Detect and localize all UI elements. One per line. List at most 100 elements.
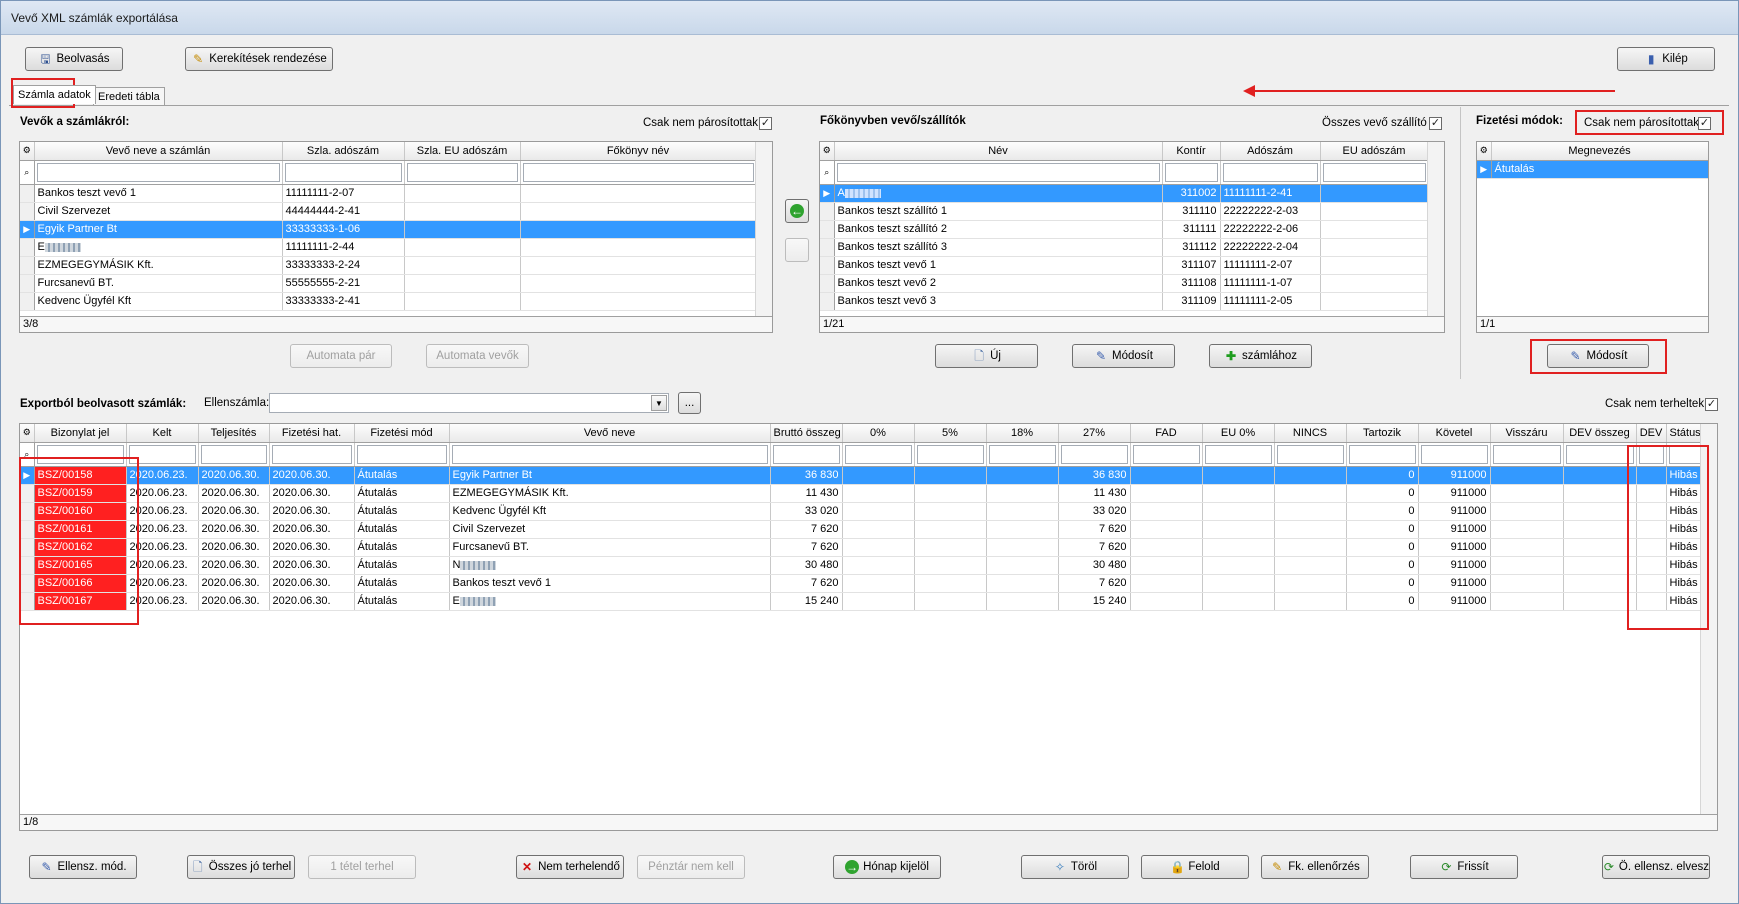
col-adoszam[interactable]: Adószám (1220, 142, 1321, 161)
col-header[interactable]: 18% (986, 424, 1059, 443)
col-header[interactable]: Bizonylat jel (34, 424, 127, 443)
col-kontir[interactable]: Kontír (1162, 142, 1221, 161)
osszes-jo-button[interactable]: 🗋 Összes jó terhel (187, 855, 295, 879)
egy-tetel-button[interactable]: 1 tétel terhel (308, 855, 416, 879)
col-fokonyv-nev[interactable]: Főkönyv név (520, 142, 757, 161)
table-row[interactable]: EZMEGEGYMÁSIK Kft. 33333333-2-24 (20, 256, 757, 275)
tab-szamla-adatok[interactable]: Számla adatok (13, 85, 96, 104)
browse-button[interactable]: ... (678, 392, 701, 414)
auto-customers-button[interactable]: Automata vevők (426, 344, 529, 368)
table-row[interactable]: Civil Szervezet 44444444-2-41 (20, 202, 757, 221)
col-header[interactable]: FAD (1130, 424, 1203, 443)
filter-input[interactable] (451, 444, 768, 464)
col-header[interactable]: Követel (1418, 424, 1491, 443)
beolvasas-button[interactable]: 🖫 Beolvasás (25, 47, 123, 71)
table-row[interactable]: Bankos teszt szállító 2 311111 22222222-2-… (820, 220, 1429, 239)
filter-input[interactable] (1222, 162, 1318, 182)
honap-kijelol-button[interactable]: → Hónap kijelöl (833, 855, 941, 879)
o-ellensz-elvesz-button[interactable]: ⟳ Ö. ellensz. elvesz (1602, 855, 1710, 879)
col-header[interactable]: 0% (842, 424, 915, 443)
col-header[interactable]: Tartozik (1346, 424, 1419, 443)
nem-terhelendo-button[interactable]: ✕ Nem terhelendő (516, 855, 624, 879)
frissit-button[interactable]: ⟳ Frissít (1410, 855, 1518, 879)
assign-left-button[interactable]: ← (785, 199, 809, 223)
filter-input[interactable] (1492, 444, 1561, 464)
filter-input[interactable] (1565, 444, 1634, 464)
table-row[interactable]: ▶ Egyik Partner Bt 33333333-1-06 (20, 220, 757, 239)
filter-input[interactable] (1322, 162, 1426, 182)
table-row[interactable]: Bankos teszt szállító 3 311112 22222222-2-… (820, 238, 1429, 257)
table-row[interactable]: Bankos teszt vevő 1 311107 11111111-2-07 (820, 256, 1429, 275)
filter-input[interactable] (406, 162, 518, 182)
new-button[interactable]: 🗋 Új (935, 344, 1038, 368)
col-header[interactable]: Fizetési hat. (269, 424, 355, 443)
col-szla-adoszam[interactable]: Szla. adószám (282, 142, 405, 161)
assign-empty-button[interactable] (785, 238, 809, 262)
col-header[interactable]: Bruttó összeg (770, 424, 843, 443)
table-row[interactable]: BSZ/00167 2020.06.23. 2020.06.30. 2020.06.3… (20, 592, 1707, 611)
filter-input[interactable] (1276, 444, 1344, 464)
col-header[interactable]: DEV összeg (1563, 424, 1637, 443)
table-row[interactable]: ▶ BSZ/00158 2020.06.23. 2020.06.30. 2020.06.… (20, 466, 1707, 485)
col-header[interactable]: Teljesítés (198, 424, 270, 443)
only-unloaded-checkbox[interactable]: ✓ (1705, 398, 1718, 411)
filter-input[interactable] (200, 444, 267, 464)
table-row[interactable]: Kedvenc Ügyfél Kft 33333333-2-41 (20, 292, 757, 311)
tab-eredeti-tabla[interactable]: Eredeti tábla (93, 87, 165, 106)
col-header[interactable]: NINCS (1274, 424, 1347, 443)
filter-input[interactable] (1164, 162, 1218, 182)
ledger-modify-button[interactable]: ✎ Módosít (1072, 344, 1175, 368)
to-invoice-button[interactable]: ✚ számlához (1209, 344, 1312, 368)
filter-input[interactable] (988, 444, 1056, 464)
filter-input[interactable] (356, 444, 447, 464)
filter-input[interactable] (1132, 444, 1200, 464)
col-header[interactable]: Visszáru (1490, 424, 1564, 443)
table-row[interactable]: BSZ/00161 2020.06.23. 2020.06.30. 2020.06.3… (20, 520, 1707, 539)
grid-settings-icon[interactable]: ⚙ (20, 424, 35, 443)
col-szla-eu-adoszam[interactable]: Szla. EU adószám (404, 142, 521, 161)
table-row[interactable]: ▶ Átutalás (1477, 160, 1708, 179)
filter-input[interactable] (1204, 444, 1272, 464)
filter-input[interactable] (772, 444, 840, 464)
col-vevo-neve[interactable]: Vevő neve a számlán (34, 142, 283, 161)
col-eu-adoszam[interactable]: EU adószám (1320, 142, 1429, 161)
filter-input[interactable] (284, 162, 402, 182)
table-row[interactable]: Bankos teszt vevő 1 11111111-2-07 (20, 184, 757, 203)
table-row[interactable]: BSZ/00159 2020.06.23. 2020.06.30. 2020.06.3… (20, 484, 1707, 503)
fk-ellenorzes-button[interactable]: ✎ Fk. ellenőrzés (1261, 855, 1369, 879)
table-row[interactable]: Bankos teszt szállító 1 311110 22222222-2-… (820, 202, 1429, 221)
col-header[interactable]: 5% (914, 424, 987, 443)
ellensz-mod-button[interactable]: ✎ Ellensz. mód. (29, 855, 137, 879)
table-row[interactable]: Bankos teszt vevő 3 311109 11111111-2-05 (820, 292, 1429, 311)
table-row[interactable]: ▶ A 311002 11111111-2-41 (820, 184, 1429, 203)
col-header[interactable]: Kelt (126, 424, 199, 443)
felold-button[interactable]: 🔒 Felold (1141, 855, 1249, 879)
table-row[interactable]: BSZ/00162 2020.06.23. 2020.06.30. 2020.06.3… (20, 538, 1707, 557)
filter-input[interactable] (1060, 444, 1128, 464)
ledger-all-checkbox[interactable]: ✓ (1429, 117, 1442, 130)
col-header[interactable]: Fizetési mód (354, 424, 450, 443)
kerekitesek-button[interactable]: ✎ Kerekítések rendezése (185, 47, 333, 71)
filter-input[interactable] (522, 162, 754, 182)
table-row[interactable]: Furcsanevű BT. 55555555-2-21 (20, 274, 757, 293)
kilep-button[interactable]: ▮ Kilép (1617, 47, 1715, 71)
table-row[interactable]: Bankos teszt vevő 2 311108 11111111-1-07 (820, 274, 1429, 293)
filter-input[interactable] (836, 162, 1160, 182)
filter-input[interactable] (916, 444, 984, 464)
auto-pair-button[interactable]: Automata pár (290, 344, 392, 368)
grid-settings-icon[interactable]: ⚙ (820, 142, 835, 161)
table-row[interactable]: BSZ/00160 2020.06.23. 2020.06.30. 2020.06.3… (20, 502, 1707, 521)
col-header[interactable]: DEV (1636, 424, 1667, 443)
table-row[interactable]: E 11111111-2-44 (20, 238, 757, 257)
filter-input[interactable] (271, 444, 352, 464)
col-nev[interactable]: Név (834, 142, 1163, 161)
customers-scrollbar[interactable] (755, 142, 772, 316)
col-header[interactable]: Vevő neve (449, 424, 771, 443)
filter-input[interactable] (1420, 444, 1488, 464)
filter-input[interactable] (1348, 444, 1416, 464)
grid-settings-icon[interactable]: ⚙ (1477, 142, 1492, 161)
col-header[interactable]: EU 0% (1202, 424, 1275, 443)
chevron-down-icon[interactable]: ▼ (651, 395, 667, 411)
table-row[interactable]: BSZ/00166 2020.06.23. 2020.06.30. 2020.06.3… (20, 574, 1707, 593)
filter-input[interactable] (844, 444, 912, 464)
